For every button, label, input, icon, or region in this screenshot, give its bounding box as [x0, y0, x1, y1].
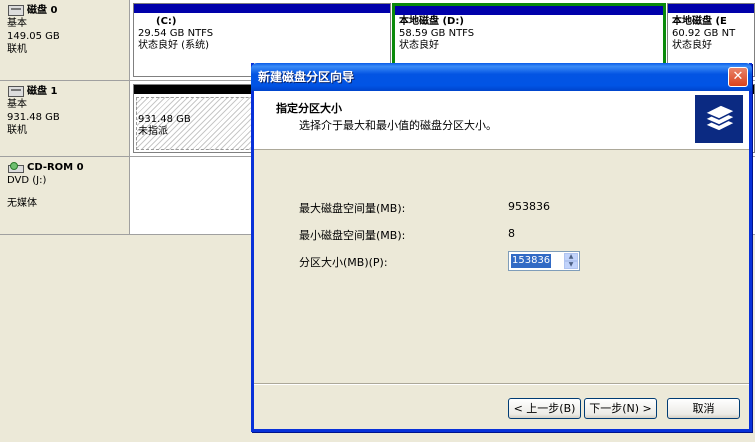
cd-drive-icon: [8, 162, 24, 173]
button-separator: [254, 383, 749, 385]
cdrom-status: 无媒体: [7, 198, 37, 209]
partition-c-status: 状态良好 (系统): [138, 40, 209, 51]
disk-1-name: 磁盘 1: [27, 86, 58, 97]
disk-1-size: 931.48 GB: [7, 112, 60, 123]
new-partition-wizard-dialog[interactable]: 新建磁盘分区向导 ✕ 指定分区大小 选择介于最大和最小值的磁盘分区大小。 最大磁…: [251, 63, 752, 432]
header-subtitle: 选择介于最大和最小值的磁盘分区大小。: [299, 119, 497, 132]
partition-c-label: (C:): [156, 16, 177, 27]
partition-d-size: 58.59 GB NTFS: [399, 28, 475, 39]
partition-bar: [395, 6, 663, 15]
wizard-title: 新建磁盘分区向导: [258, 70, 355, 84]
min-space-value: 8: [508, 227, 515, 240]
close-icon: ✕: [732, 69, 744, 84]
disk-1-type: 基本: [7, 99, 27, 110]
cancel-button[interactable]: 取消: [667, 398, 740, 419]
max-space-label: 最大磁盘空间量(MB):: [299, 202, 406, 215]
min-space-label: 最小磁盘空间量(MB):: [299, 229, 406, 242]
max-space-value: 953836: [508, 200, 550, 213]
wizard-titlebar[interactable]: 新建磁盘分区向导 ✕: [251, 63, 752, 91]
back-button[interactable]: < 上一步(B): [508, 398, 581, 419]
unallocated-size: 931.48 GB: [138, 114, 191, 125]
partition-e-label: 本地磁盘 (E: [672, 16, 727, 27]
wizard-header: 指定分区大小 选择介于最大和最小值的磁盘分区大小。: [254, 91, 749, 150]
spin-down-icon[interactable]: ▼: [564, 261, 578, 269]
disk-stack-icon: [695, 95, 743, 143]
hard-disk-icon: [8, 5, 24, 16]
disk-0-name: 磁盘 0: [27, 5, 58, 16]
header-title: 指定分区大小: [276, 102, 342, 115]
disk-0-size: 149.05 GB: [7, 31, 60, 42]
partition-e-status: 状态良好: [672, 40, 712, 51]
partition-size-input[interactable]: 153836: [511, 254, 552, 268]
partition-d-status: 状态良好: [399, 40, 439, 51]
disk-1-status: 联机: [7, 125, 27, 136]
close-button[interactable]: ✕: [728, 67, 748, 87]
partition-bar: [134, 4, 390, 13]
partition-size-label: 分区大小(MB)(P):: [299, 256, 388, 269]
cdrom-name: CD-ROM 0: [27, 162, 84, 173]
partition-bar: [668, 4, 754, 13]
disk-1-info[interactable]: 磁盘 1 基本 931.48 GB 联机: [0, 81, 130, 156]
disk-0-status: 联机: [7, 44, 27, 55]
partition-d-label: 本地磁盘 (D:): [399, 16, 464, 27]
unallocated-status: 未指派: [138, 126, 168, 137]
disk-0-type: 基本: [7, 18, 27, 29]
partition-e-size: 60.92 GB NT: [672, 28, 736, 39]
next-button[interactable]: 下一步(N) >: [584, 398, 657, 419]
partition-size-stepper[interactable]: 153836 ▲ ▼: [508, 251, 580, 271]
disk-0-info[interactable]: 磁盘 0 基本 149.05 GB 联机: [0, 0, 130, 80]
partition-c-size: 29.54 GB NTFS: [138, 28, 214, 39]
spin-up-icon[interactable]: ▲: [564, 253, 578, 261]
cdrom-info[interactable]: CD-ROM 0 DVD (J:) 无媒体: [0, 157, 130, 234]
hard-disk-icon: [8, 86, 24, 97]
cdrom-type: DVD (J:): [7, 175, 47, 186]
